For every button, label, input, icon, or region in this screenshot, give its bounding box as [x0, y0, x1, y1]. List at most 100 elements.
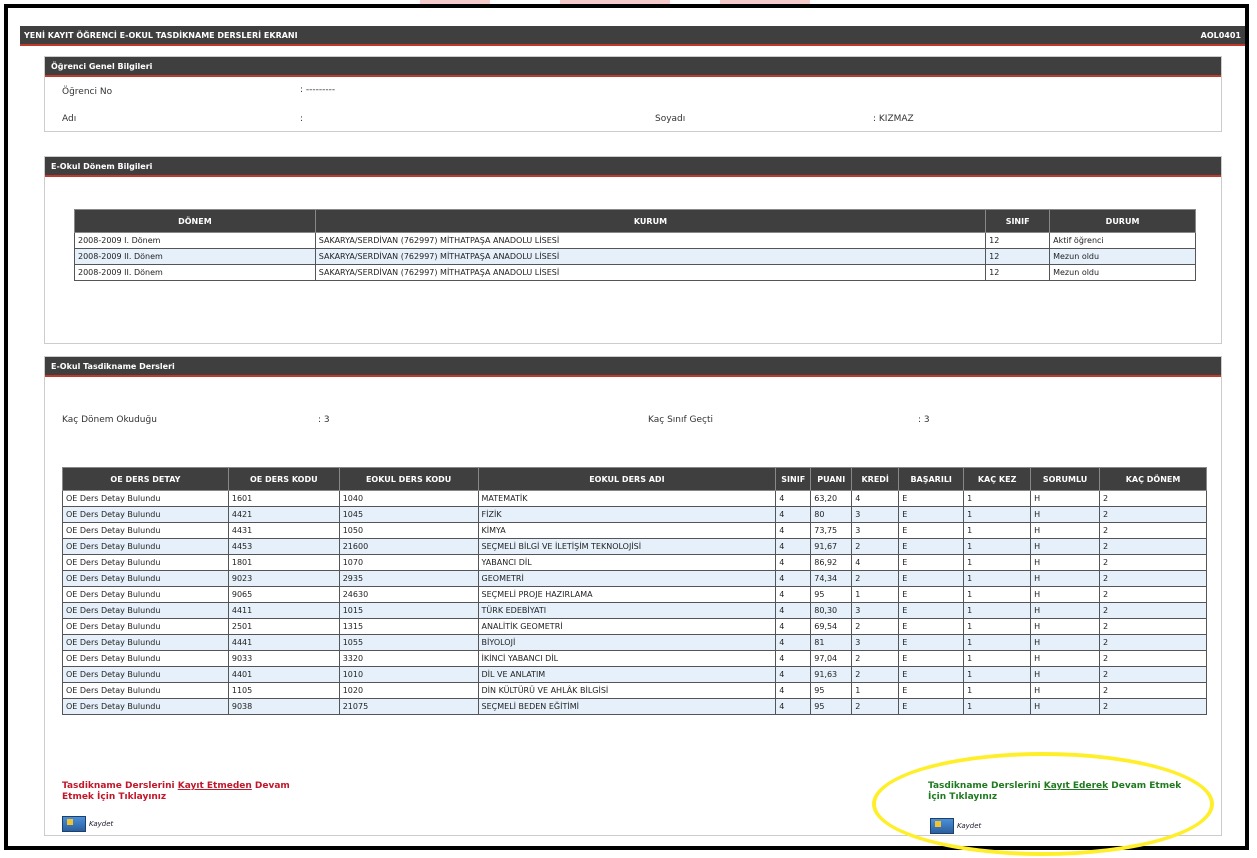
table-cell: 4 [775, 538, 812, 555]
table-cell: 2 [1099, 554, 1207, 571]
table-cell: 24630 [338, 586, 479, 603]
table-cell: E [898, 490, 965, 507]
screen-code: AOL0401 [1200, 31, 1241, 40]
course-column-header: SINIF [775, 467, 812, 491]
table-cell: OE Ders Detay Bulundu [62, 650, 229, 667]
table-cell: İKİNCİ YABANCI DİL [477, 650, 777, 667]
table-cell: 1 [963, 586, 1032, 603]
table-cell: 1 [963, 554, 1032, 571]
table-row: OE Ders Detay Bulundu 4453 21600 SEÇMELİ Bİ… [62, 538, 1207, 555]
course-column-header: KREDİ [851, 467, 900, 491]
window-title: YENİ KAYIT ÖĞRENCİ E-OKUL TASDİKNAME DER… [24, 31, 298, 40]
table-row: OE Ders Detay Bulundu 4421 1045 FİZİK 4 80 3 E 1… [62, 506, 1207, 523]
table-cell: 1601 [227, 490, 340, 507]
table-cell: 2 [1099, 538, 1207, 555]
table-cell: H [1030, 522, 1101, 539]
table-cell: 4 [775, 586, 812, 603]
table-cell: 12 [985, 232, 1051, 249]
table-cell: E [898, 506, 965, 523]
table-cell: DİN KÜLTÜRÜ VE AHLÂK BİLGİSİ [477, 682, 777, 699]
table-cell: 2501 [227, 618, 340, 635]
table-cell: BİYOLOJİ [477, 634, 777, 651]
table-cell: 1 [963, 506, 1032, 523]
table-row: OE Ders Detay Bulundu 4441 1055 BİYOLOJİ 4 81… [62, 634, 1207, 651]
table-cell: Mezun oldu [1049, 248, 1196, 265]
table-cell: OE Ders Detay Bulundu [62, 586, 229, 603]
save-icon [62, 816, 86, 832]
table-cell: 2 [1099, 490, 1207, 507]
table-cell: 2 [1099, 618, 1207, 635]
name-value: : [300, 114, 304, 124]
table-cell: 2008-2009 I. Dönem [74, 232, 316, 249]
table-cell: OE Ders Detay Bulundu [62, 490, 229, 507]
table-cell: 1315 [338, 618, 479, 635]
table-cell: E [898, 666, 965, 683]
table-cell: 1045 [338, 506, 479, 523]
course-column-header: SORUMLU [1030, 467, 1101, 491]
table-cell: H [1030, 570, 1101, 587]
table-cell: E [898, 650, 965, 667]
table-cell: SEÇMELİ BEDEN EĞİTİMİ [477, 698, 777, 715]
table-row: OE Ders Detay Bulundu 9023 2935 GEOMETRİ 4 74… [62, 570, 1207, 587]
continue-without-save-link[interactable]: Tasdikname Derslerini Kayıt Etmeden Deva… [62, 781, 322, 803]
table-cell: H [1030, 506, 1101, 523]
table-cell: 1 [851, 682, 900, 699]
student-info-panel: Öğrenci Genel Bilgileri [44, 56, 1222, 132]
table-cell: SEÇMELİ PROJE HAZIRLAMA [477, 586, 777, 603]
table-cell: 91,63 [810, 666, 853, 683]
table-cell: E [898, 602, 965, 619]
table-cell: 2 [1099, 698, 1207, 715]
table-cell: 4401 [227, 666, 340, 683]
passed-count-label: Kaç Sınıf Geçti [648, 415, 714, 425]
table-cell: OE Ders Detay Bulundu [62, 698, 229, 715]
table-cell: 4 [775, 682, 812, 699]
table-cell: OE Ders Detay Bulundu [62, 522, 229, 539]
table-cell: 86,92 [810, 554, 853, 571]
table-cell: 63,20 [810, 490, 853, 507]
table-cell: 2008-2009 II. Dönem [74, 264, 316, 281]
table-row: OE Ders Detay Bulundu 1105 1020 DİN KÜLTÜRÜ… [62, 682, 1207, 699]
course-column-header: OE DERS KODU [227, 467, 340, 491]
table-cell: 2008-2009 II. Dönem [74, 248, 316, 265]
table-cell: 2 [1099, 650, 1207, 667]
table-cell: E [898, 634, 965, 651]
table-cell: H [1030, 634, 1101, 651]
table-cell: 73,75 [810, 522, 853, 539]
table-cell: 9038 [227, 698, 340, 715]
table-cell: H [1030, 650, 1101, 667]
table-cell: 4 [775, 634, 812, 651]
table-cell: E [898, 682, 965, 699]
table-cell: 95 [810, 586, 853, 603]
table-cell: 1050 [338, 522, 479, 539]
table-cell: Aktif öğrenci [1049, 232, 1196, 249]
table-row: 2008-2009 II. Dönem SAKARYA/SERDİVAN (762… [74, 248, 1196, 265]
term-table: DÖNEM KURUM SINIF DURUM 2008-2009 I. Dönem S… [74, 209, 1196, 281]
table-cell: 2 [1099, 570, 1207, 587]
table-cell: 2 [851, 666, 900, 683]
table-cell: 1 [963, 634, 1032, 651]
table-cell: 1040 [338, 490, 479, 507]
table-cell: 95 [810, 682, 853, 699]
save-button-left[interactable]: Kaydet [62, 816, 113, 832]
table-cell: E [898, 554, 965, 571]
table-cell: OE Ders Detay Bulundu [62, 618, 229, 635]
table-cell: 1105 [227, 682, 340, 699]
table-cell: E [898, 522, 965, 539]
table-row: OE Ders Detay Bulundu 9065 24630 SEÇMELİ PR… [62, 586, 1207, 603]
table-cell: E [898, 538, 965, 555]
table-cell: DİL VE ANLATIM [477, 666, 777, 683]
table-cell: H [1030, 698, 1101, 715]
table-cell: SAKARYA/SERDİVAN (762997) MİTHATPAŞA ANA… [314, 248, 987, 265]
term-column-header: KURUM [314, 209, 987, 233]
table-cell: 4 [775, 522, 812, 539]
table-cell: 4441 [227, 634, 340, 651]
table-cell: 1 [963, 666, 1032, 683]
table-cell: OE Ders Detay Bulundu [62, 634, 229, 651]
table-cell: E [898, 698, 965, 715]
table-cell: 97,04 [810, 650, 853, 667]
term-column-header: DÖNEM [74, 209, 316, 233]
table-cell: 1 [963, 650, 1032, 667]
table-cell: 9033 [227, 650, 340, 667]
table-cell: 1 [963, 698, 1032, 715]
table-cell: 2 [851, 618, 900, 635]
